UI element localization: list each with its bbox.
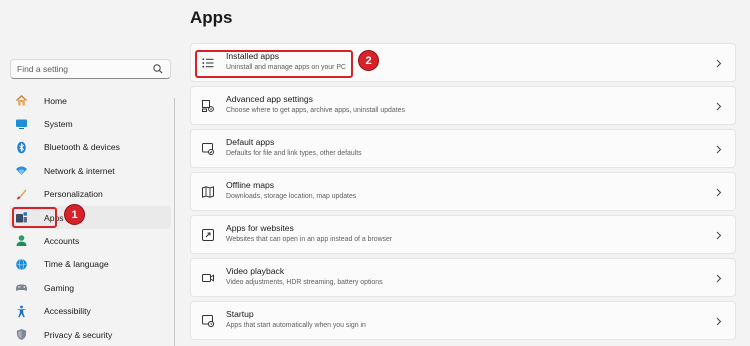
default-apps-icon [202,143,214,155]
sidebar-item-label: Accounts [44,236,80,247]
page-title: Apps [190,8,233,27]
card-description: Choose where to get apps, archive apps, … [226,107,405,114]
chevron-right-icon [716,317,722,326]
sidebar-scrollbar-divider [174,98,175,346]
sidebar-item-label: Accessibility [44,306,91,317]
accessibility-icon [16,305,27,317]
sidebar-item-home[interactable]: Home [9,89,171,112]
sidebar-item-bluetooth[interactable]: Bluetooth & devices [9,136,171,159]
sidebar-item-label: Home [44,95,67,106]
card-offline-maps[interactable]: Offline maps Downloads, storage location… [190,172,736,211]
bluetooth-icon [17,141,26,154]
brush-icon [17,189,27,200]
card-title: Video playback [226,266,285,276]
sidebar: Find a setting Home System Bluetooth & d… [0,0,178,346]
sidebar-item-label: Bluetooth & devices [44,142,120,153]
gamepad-icon [16,284,27,292]
app-settings-icon [202,100,214,112]
video-icon [202,274,214,282]
link-app-icon [202,229,214,241]
card-title: Advanced app settings [226,94,313,104]
card-description: Video adjustments, HDR streaming, batter… [226,279,383,286]
chevron-right-icon [716,145,722,154]
step-badge-2: 2 [358,50,379,71]
sidebar-item-privacy[interactable]: Privacy & security [9,323,171,346]
card-description: Downloads, storage location, map updates [226,193,357,200]
card-advanced-app-settings[interactable]: Advanced app settings Choose where to ge… [190,86,736,125]
card-startup[interactable]: Startup Apps that start automatically wh… [190,301,736,340]
sidebar-item-accessibility[interactable]: Accessibility [9,300,171,323]
wifi-icon [16,166,27,176]
card-description: Defaults for file and link types, other … [226,150,362,157]
sidebar-item-gaming[interactable]: Gaming [9,276,171,299]
chevron-right-icon [716,274,722,283]
search-input[interactable]: Find a setting [10,59,171,79]
card-video-playback[interactable]: Video playback Video adjustments, HDR st… [190,258,736,297]
card-apps-for-websites[interactable]: Apps for websites Websites that can open… [190,215,736,254]
card-title: Offline maps [226,180,275,190]
home-icon [16,95,27,106]
sidebar-item-accounts[interactable]: Accounts [9,229,171,252]
chevron-right-icon [716,59,722,68]
sidebar-item-label: Time & language [44,259,109,270]
person-icon [16,235,27,247]
sidebar-item-label: System [44,119,73,130]
step-badge-1: 1 [64,204,85,225]
sidebar-item-label: Network & internet [44,165,115,176]
search-placeholder: Find a setting [17,64,69,74]
card-title: Startup [226,309,254,319]
startup-icon [202,315,215,328]
shield-icon [16,328,27,340]
system-icon [16,119,27,130]
sidebar-item-network[interactable]: Network & internet [9,159,171,182]
sidebar-item-label: Gaming [44,282,75,293]
search-icon[interactable] [152,63,164,75]
apps-highlight-box [12,207,57,228]
sidebar-item-label: Personalization [44,189,103,200]
sidebar-item-time-language[interactable]: Time & language [9,253,171,276]
sidebar-item-system[interactable]: System [9,112,171,135]
sidebar-item-label: Privacy & security [44,329,113,340]
card-default-apps[interactable]: Default apps Defaults for file and link … [190,129,736,168]
card-description: Websites that can open in an app instead… [226,236,393,243]
installed-apps-highlight-box [195,50,353,78]
map-icon [202,186,214,198]
chevron-right-icon [716,188,722,197]
globe-clock-icon [16,258,27,270]
card-title: Apps for websites [226,223,294,233]
card-title: Default apps [226,137,275,147]
chevron-right-icon [716,102,722,111]
sidebar-item-personalization[interactable]: Personalization [9,183,171,206]
card-description: Apps that start automatically when you s… [226,322,366,329]
chevron-right-icon [716,231,722,240]
